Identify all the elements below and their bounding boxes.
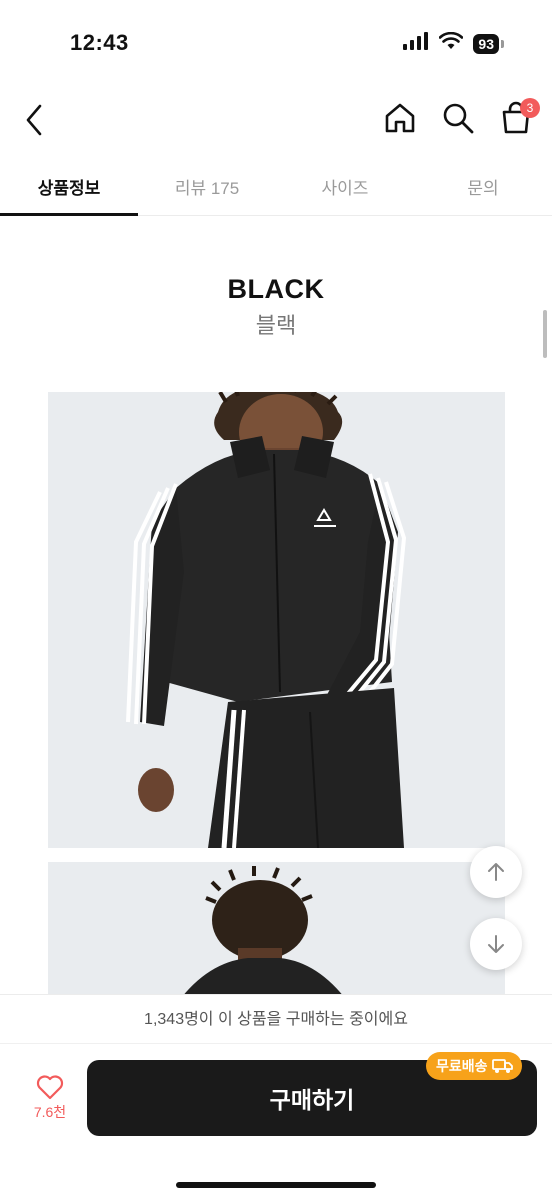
tab-product-info[interactable]: 상품정보 (0, 158, 138, 216)
product-detail-page: 12:43 93 3 상품정보 리뷰 175 사이즈 문의 BLACK 블랙 1… (0, 0, 552, 1200)
cart-button[interactable]: 3 (498, 98, 540, 138)
like-count: 7.6천 (33, 1104, 67, 1120)
arrow-down-icon (488, 935, 504, 953)
status-time: 12:43 (70, 30, 129, 55)
color-name-korean: 블랙 (255, 313, 297, 338)
product-tabs: 상품정보 리뷰 175 사이즈 문의 (0, 158, 552, 216)
arrow-up-icon (488, 863, 504, 881)
wifi-icon (439, 31, 464, 55)
bottom-action-bar: 7.6천 구매하기 무료배송 (0, 1044, 552, 1200)
battery-tip (501, 39, 504, 48)
status-icons: 93 (403, 31, 504, 55)
nav-bar: 3 (0, 90, 552, 150)
battery-indicator: 93 (473, 33, 504, 54)
tab-reviews[interactable]: 리뷰 175 (138, 158, 276, 215)
battery-level: 93 (473, 33, 499, 54)
home-indicator (176, 1182, 376, 1188)
product-photo-back (48, 862, 505, 1002)
status-bar: 12:43 93 (0, 0, 552, 90)
free-shipping-label: 무료배송 (436, 1058, 488, 1074)
like-button[interactable]: 7.6천 (22, 1074, 78, 1122)
buyers-count-banner: 1,343명이 이 상품을 구매하는 중이에요 (0, 994, 552, 1044)
product-photo-front (48, 392, 505, 848)
heart-icon (36, 1075, 64, 1100)
search-button[interactable] (440, 98, 476, 138)
tab-size[interactable]: 사이즈 (276, 158, 414, 215)
nav-actions: 3 (382, 98, 540, 138)
free-shipping-badge: 무료배송 (426, 1052, 522, 1080)
truck-icon (491, 1059, 513, 1073)
color-name-english: BLACK (227, 274, 325, 304)
back-button[interactable] (18, 100, 50, 140)
home-icon (385, 103, 415, 133)
cart-count-badge: 3 (520, 98, 540, 118)
home-button[interactable] (382, 98, 418, 138)
tab-inquiry[interactable]: 문의 (414, 158, 552, 215)
search-icon (443, 103, 474, 134)
scroll-up-button[interactable] (470, 846, 522, 898)
scroll-down-button[interactable] (470, 918, 522, 970)
back-arrow-icon (26, 104, 42, 136)
signal-icon (403, 32, 429, 55)
